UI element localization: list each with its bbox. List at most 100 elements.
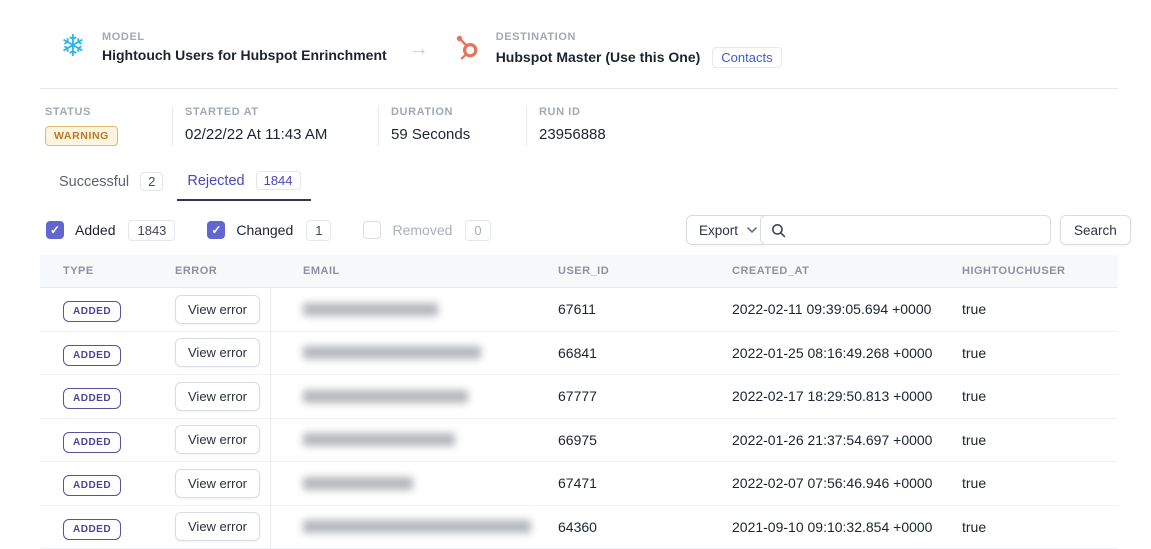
added-label: Added — [75, 222, 115, 238]
type-badge: ADDED — [63, 432, 121, 453]
export-label: Export — [699, 223, 738, 238]
column-header-email: EMAIL — [303, 265, 558, 277]
export-button[interactable]: Export — [686, 215, 770, 245]
created-at-cell: 2022-02-17 18:29:50.813 +0000 — [732, 388, 962, 404]
column-header-error: ERROR — [175, 265, 303, 277]
table-body: ADDED View error 67611 2022-02-11 09:39:… — [40, 288, 1118, 549]
destination-label: DESTINATION — [496, 31, 782, 43]
email-redacted — [303, 520, 531, 533]
table-row: ADDED View error 66975 2022-01-26 21:37:… — [40, 419, 1118, 463]
contacts-link[interactable]: Contacts — [712, 47, 781, 68]
hightouchuser-cell: true — [962, 519, 1118, 535]
user-id-cell: 67611 — [558, 301, 732, 317]
started-at-value: 02/22/22 At 11:43 AM — [185, 126, 378, 143]
search-icon — [771, 223, 786, 238]
run-id-label: RUN ID — [539, 106, 606, 118]
view-error-button[interactable]: View error — [175, 295, 260, 324]
view-error-button[interactable]: View error — [175, 338, 260, 367]
filter-added[interactable]: ✓ Added 1843 — [46, 220, 175, 241]
type-badge: ADDED — [63, 519, 121, 540]
result-tabs: Successful 2 Rejected 1844 — [49, 171, 311, 201]
added-count: 1843 — [128, 220, 175, 241]
tab-rejected[interactable]: Rejected 1844 — [177, 171, 310, 201]
model-label: MODEL — [102, 31, 387, 43]
model-name: Hightouch Users for Hubspot Enrinchment — [102, 47, 387, 64]
chevron-down-icon — [747, 227, 757, 233]
status-label: STATUS — [45, 106, 172, 118]
user-id-cell: 67777 — [558, 388, 732, 404]
filter-toolbar: ✓ Added 1843 ✓ Changed 1 Removed 0 Expor… — [0, 215, 1151, 245]
hightouchuser-cell: true — [962, 432, 1118, 448]
view-error-button[interactable]: View error — [175, 425, 260, 454]
tab-successful-label: Successful — [59, 174, 129, 190]
run-id-value: 23956888 — [539, 126, 606, 143]
hubspot-icon — [453, 32, 483, 62]
table-row: ADDED View error 64360 2021-09-10 09:10:… — [40, 506, 1118, 549]
column-header-user-id: USER_ID — [558, 265, 732, 277]
destination-name: Hubspot Master (Use this One) — [496, 49, 701, 66]
table-row: ADDED View error 67471 2022-02-07 07:56:… — [40, 462, 1118, 506]
created-at-cell: 2022-02-07 07:56:46.946 +0000 — [732, 475, 962, 491]
destination-entity: DESTINATION Hubspot Master (Use this One… — [453, 31, 782, 68]
type-badge: ADDED — [63, 345, 121, 366]
removed-label: Removed — [392, 222, 452, 238]
user-id-cell: 67471 — [558, 475, 732, 491]
snowflake-icon: ❄ — [57, 31, 89, 63]
email-redacted — [303, 433, 455, 446]
arrow-right-icon: → — [409, 39, 429, 59]
duration-column: DURATION 59 Seconds — [378, 106, 526, 146]
run-header: ❄ MODEL Hightouch Users for Hubspot Enri… — [57, 31, 782, 68]
email-redacted — [303, 303, 438, 316]
created-at-cell: 2022-02-11 09:39:05.694 +0000 — [732, 301, 962, 317]
duration-value: 59 Seconds — [391, 126, 526, 143]
hightouchuser-cell: true — [962, 388, 1118, 404]
created-at-cell: 2022-01-26 21:37:54.697 +0000 — [732, 432, 962, 448]
filter-changed[interactable]: ✓ Changed 1 — [207, 220, 331, 241]
search-field[interactable] — [760, 215, 1051, 245]
filter-checkboxes: ✓ Added 1843 ✓ Changed 1 Removed 0 — [46, 215, 491, 245]
type-badge: ADDED — [63, 388, 121, 409]
duration-label: DURATION — [391, 106, 526, 118]
hightouchuser-cell: true — [962, 345, 1118, 361]
table-row: ADDED View error 66841 2022-01-25 08:16:… — [40, 332, 1118, 376]
table-row: ADDED View error 67611 2022-02-11 09:39:… — [40, 288, 1118, 332]
hightouchuser-cell: true — [962, 475, 1118, 491]
changed-label: Changed — [236, 222, 293, 238]
table-header-row: TYPE ERROR EMAIL USER_ID CREATED_AT HIGH… — [40, 255, 1118, 288]
model-entity: ❄ MODEL Hightouch Users for Hubspot Enri… — [57, 31, 387, 64]
started-at-label: STARTED AT — [185, 106, 378, 118]
changed-checkbox[interactable]: ✓ — [207, 221, 225, 239]
table-row: ADDED View error 67777 2022-02-17 18:29:… — [40, 375, 1118, 419]
tab-successful-count: 2 — [140, 172, 163, 191]
rejected-rows-table: TYPE ERROR EMAIL USER_ID CREATED_AT HIGH… — [40, 255, 1118, 549]
status-column: STATUS WARNING — [45, 106, 172, 146]
fixed-column-divider — [270, 288, 271, 549]
column-header-created-at: CREATED_AT — [732, 265, 962, 277]
type-badge: ADDED — [63, 301, 121, 322]
started-at-column: STARTED AT 02/22/22 At 11:43 AM — [172, 106, 378, 146]
user-id-cell: 66841 — [558, 345, 732, 361]
email-redacted — [303, 390, 468, 403]
email-redacted — [303, 477, 413, 490]
created-at-cell: 2022-01-25 08:16:49.268 +0000 — [732, 345, 962, 361]
hightouchuser-cell: true — [962, 301, 1118, 317]
removed-checkbox[interactable] — [363, 221, 381, 239]
view-error-button[interactable]: View error — [175, 469, 260, 498]
tab-rejected-label: Rejected — [187, 173, 244, 189]
created-at-cell: 2021-09-10 09:10:32.854 +0000 — [732, 519, 962, 535]
header-divider — [40, 88, 1118, 89]
user-id-cell: 64360 — [558, 519, 732, 535]
filter-removed[interactable]: Removed 0 — [363, 220, 490, 241]
status-badge: WARNING — [45, 126, 118, 146]
added-checkbox[interactable]: ✓ — [46, 221, 64, 239]
column-header-hightouchuser: HIGHTOUCHUSER — [962, 265, 1118, 277]
column-header-type: TYPE — [63, 265, 175, 277]
view-error-button[interactable]: View error — [175, 512, 260, 541]
search-input[interactable] — [794, 223, 1050, 238]
user-id-cell: 66975 — [558, 432, 732, 448]
tab-successful[interactable]: Successful 2 — [49, 171, 173, 201]
changed-count: 1 — [306, 220, 331, 241]
view-error-button[interactable]: View error — [175, 382, 260, 411]
search-button[interactable]: Search — [1060, 215, 1131, 245]
email-redacted — [303, 346, 481, 359]
